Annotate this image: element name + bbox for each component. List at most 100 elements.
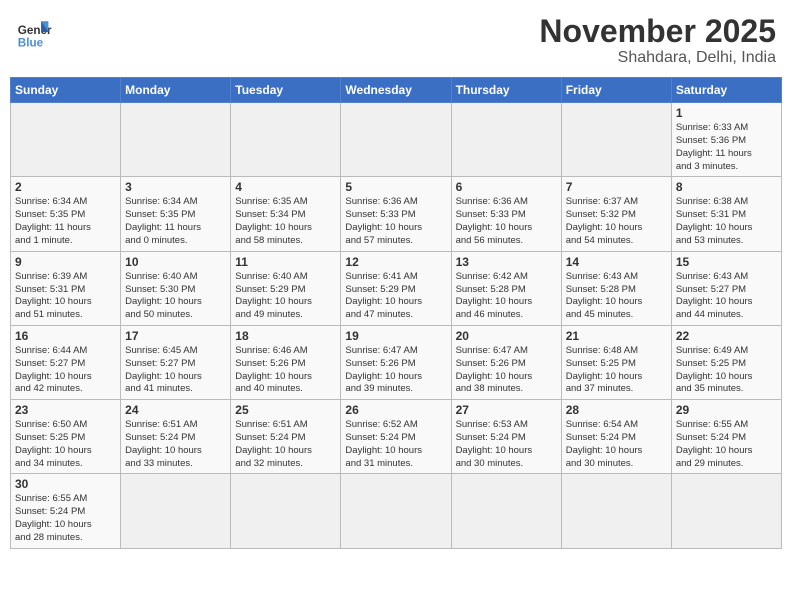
day-number: 21 (566, 329, 667, 343)
day-info: Sunrise: 6:36 AM Sunset: 5:33 PM Dayligh… (345, 196, 446, 247)
day-number: 22 (676, 329, 777, 343)
calendar-week-row: 9 Sunrise: 6:39 AM Sunset: 5:31 PM Daylig… (11, 251, 782, 325)
weekday-header-friday: Friday (561, 78, 671, 103)
day-info: Sunrise: 6:40 AM Sunset: 5:30 PM Dayligh… (125, 271, 226, 322)
calendar-table: SundayMondayTuesdayWednesdayThursdayFrid… (10, 77, 782, 549)
calendar-week-row: 23 Sunrise: 6:50 AM Sunset: 5:25 PM Dayli… (11, 400, 782, 474)
calendar-day-cell: 25 Sunrise: 6:51 AM Sunset: 5:24 PM Dayli… (231, 400, 341, 474)
calendar-day-cell: 15Sunrise: 6:43 AM Sunset: 5:27 PM Dayli… (671, 251, 781, 325)
calendar-day-cell: 4 Sunrise: 6:35 AM Sunset: 5:34 PM Daylig… (231, 177, 341, 251)
day-info: Sunrise: 6:34 AM Sunset: 5:35 PM Dayligh… (15, 196, 116, 247)
weekday-header-monday: Monday (121, 78, 231, 103)
weekday-header-saturday: Saturday (671, 78, 781, 103)
calendar-day-cell: 9 Sunrise: 6:39 AM Sunset: 5:31 PM Daylig… (11, 251, 121, 325)
day-info: Sunrise: 6:49 AM Sunset: 5:25 PM Dayligh… (676, 345, 777, 396)
weekday-header-sunday: Sunday (11, 78, 121, 103)
weekday-header-tuesday: Tuesday (231, 78, 341, 103)
calendar-day-cell: 23 Sunrise: 6:50 AM Sunset: 5:25 PM Dayli… (11, 400, 121, 474)
day-info: Sunrise: 6:47 AM Sunset: 5:26 PM Dayligh… (345, 345, 446, 396)
day-number: 23 (15, 403, 116, 417)
calendar-day-cell: 24Sunrise: 6:51 AM Sunset: 5:24 PM Dayli… (121, 400, 231, 474)
day-info: Sunrise: 6:38 AM Sunset: 5:31 PM Dayligh… (676, 196, 777, 247)
calendar-day-cell: 6 Sunrise: 6:36 AM Sunset: 5:33 PM Daylig… (451, 177, 561, 251)
day-info: Sunrise: 6:55 AM Sunset: 5:24 PM Dayligh… (15, 493, 116, 544)
day-number: 10 (125, 255, 226, 269)
logo-icon: General Blue (16, 14, 52, 50)
day-number: 2 (15, 180, 116, 194)
day-number: 25 (235, 403, 336, 417)
calendar-day-cell: 12Sunrise: 6:41 AM Sunset: 5:29 PM Dayli… (341, 251, 451, 325)
day-info: Sunrise: 6:39 AM Sunset: 5:31 PM Dayligh… (15, 271, 116, 322)
calendar-day-cell: 7 Sunrise: 6:37 AM Sunset: 5:32 PM Daylig… (561, 177, 671, 251)
month-year-title: November 2025 (539, 14, 776, 49)
day-info: Sunrise: 6:55 AM Sunset: 5:24 PM Dayligh… (676, 419, 777, 470)
day-info: Sunrise: 6:45 AM Sunset: 5:27 PM Dayligh… (125, 345, 226, 396)
day-info: Sunrise: 6:51 AM Sunset: 5:24 PM Dayligh… (125, 419, 226, 470)
calendar-day-cell: 21 Sunrise: 6:48 AM Sunset: 5:25 PM Dayli… (561, 325, 671, 399)
calendar-day-cell: 2 Sunrise: 6:34 AM Sunset: 5:35 PM Daylig… (11, 177, 121, 251)
day-info: Sunrise: 6:37 AM Sunset: 5:32 PM Dayligh… (566, 196, 667, 247)
day-number: 19 (345, 329, 446, 343)
logo: General Blue (16, 14, 52, 50)
day-info: Sunrise: 6:34 AM Sunset: 5:35 PM Dayligh… (125, 196, 226, 247)
day-info: Sunrise: 6:51 AM Sunset: 5:24 PM Dayligh… (235, 419, 336, 470)
calendar-week-row: 2 Sunrise: 6:34 AM Sunset: 5:35 PM Daylig… (11, 177, 782, 251)
day-info: Sunrise: 6:47 AM Sunset: 5:26 PM Dayligh… (456, 345, 557, 396)
day-info: Sunrise: 6:35 AM Sunset: 5:34 PM Dayligh… (235, 196, 336, 247)
day-number: 13 (456, 255, 557, 269)
day-number: 18 (235, 329, 336, 343)
day-number: 7 (566, 180, 667, 194)
day-info: Sunrise: 6:46 AM Sunset: 5:26 PM Dayligh… (235, 345, 336, 396)
day-number: 9 (15, 255, 116, 269)
calendar-day-cell (231, 474, 341, 548)
calendar-day-cell: 16Sunrise: 6:44 AM Sunset: 5:27 PM Dayli… (11, 325, 121, 399)
day-number: 20 (456, 329, 557, 343)
day-info: Sunrise: 6:52 AM Sunset: 5:24 PM Dayligh… (345, 419, 446, 470)
day-info: Sunrise: 6:48 AM Sunset: 5:25 PM Dayligh… (566, 345, 667, 396)
day-number: 27 (456, 403, 557, 417)
calendar-day-cell (121, 103, 231, 177)
title-block: November 2025 Shahdara, Delhi, India (539, 14, 776, 67)
day-info: Sunrise: 6:43 AM Sunset: 5:28 PM Dayligh… (566, 271, 667, 322)
day-number: 4 (235, 180, 336, 194)
day-info: Sunrise: 6:54 AM Sunset: 5:24 PM Dayligh… (566, 419, 667, 470)
calendar-day-cell (121, 474, 231, 548)
day-number: 16 (15, 329, 116, 343)
day-info: Sunrise: 6:42 AM Sunset: 5:28 PM Dayligh… (456, 271, 557, 322)
calendar-day-cell (341, 103, 451, 177)
day-number: 14 (566, 255, 667, 269)
calendar-day-cell (231, 103, 341, 177)
day-info: Sunrise: 6:36 AM Sunset: 5:33 PM Dayligh… (456, 196, 557, 247)
calendar-day-cell: 18 Sunrise: 6:46 AM Sunset: 5:26 PM Dayli… (231, 325, 341, 399)
calendar-day-cell: 17 Sunrise: 6:45 AM Sunset: 5:27 PM Dayli… (121, 325, 231, 399)
day-number: 3 (125, 180, 226, 194)
calendar-day-cell (451, 474, 561, 548)
calendar-week-row: 1Sunrise: 6:33 AM Sunset: 5:36 PM Daylig… (11, 103, 782, 177)
svg-text:Blue: Blue (18, 36, 44, 49)
page-header: General Blue November 2025 Shahdara, Del… (10, 10, 782, 71)
day-number: 30 (15, 477, 116, 491)
day-number: 11 (235, 255, 336, 269)
day-info: Sunrise: 6:33 AM Sunset: 5:36 PM Dayligh… (676, 122, 777, 173)
day-info: Sunrise: 6:41 AM Sunset: 5:29 PM Dayligh… (345, 271, 446, 322)
calendar-day-cell: 3 Sunrise: 6:34 AM Sunset: 5:35 PM Daylig… (121, 177, 231, 251)
calendar-day-cell: 30 Sunrise: 6:55 AM Sunset: 5:24 PM Dayli… (11, 474, 121, 548)
day-number: 17 (125, 329, 226, 343)
day-info: Sunrise: 6:40 AM Sunset: 5:29 PM Dayligh… (235, 271, 336, 322)
calendar-day-cell: 11 Sunrise: 6:40 AM Sunset: 5:29 PM Dayli… (231, 251, 341, 325)
weekday-header-thursday: Thursday (451, 78, 561, 103)
day-info: Sunrise: 6:50 AM Sunset: 5:25 PM Dayligh… (15, 419, 116, 470)
day-number: 26 (345, 403, 446, 417)
day-number: 5 (345, 180, 446, 194)
weekday-header-wednesday: Wednesday (341, 78, 451, 103)
day-number: 28 (566, 403, 667, 417)
calendar-day-cell (11, 103, 121, 177)
calendar-day-cell: 1Sunrise: 6:33 AM Sunset: 5:36 PM Daylig… (671, 103, 781, 177)
calendar-day-cell: 26 Sunrise: 6:52 AM Sunset: 5:24 PM Dayli… (341, 400, 451, 474)
calendar-day-cell: 8Sunrise: 6:38 AM Sunset: 5:31 PM Daylig… (671, 177, 781, 251)
day-number: 6 (456, 180, 557, 194)
calendar-day-cell: 28 Sunrise: 6:54 AM Sunset: 5:24 PM Dayli… (561, 400, 671, 474)
calendar-day-cell (561, 103, 671, 177)
location-subtitle: Shahdara, Delhi, India (539, 49, 776, 67)
calendar-day-cell (341, 474, 451, 548)
